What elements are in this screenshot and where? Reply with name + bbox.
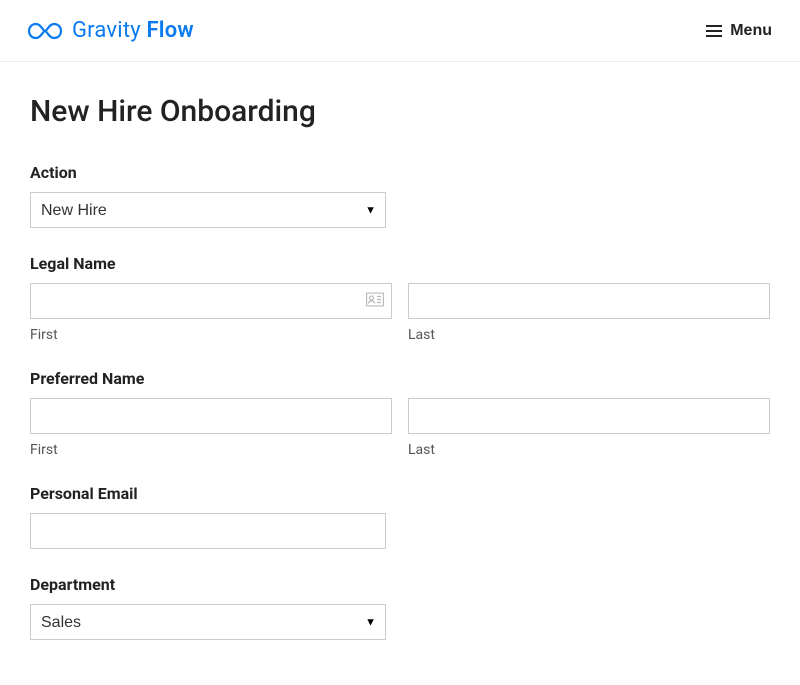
- infinity-icon: [28, 21, 62, 41]
- field-department: Department Sales ▼: [30, 575, 770, 640]
- field-preferred-name: Preferred Name First Last: [30, 369, 770, 458]
- hamburger-icon: [706, 25, 722, 37]
- department-select[interactable]: Sales: [30, 604, 386, 640]
- brand-logo[interactable]: Gravity Flow: [28, 18, 194, 43]
- personal-email-input[interactable]: [30, 513, 386, 549]
- field-legal-name: Legal Name Fi: [30, 254, 770, 343]
- legal-name-label: Legal Name: [30, 254, 770, 273]
- legal-first-sublabel: First: [30, 327, 392, 343]
- menu-button[interactable]: Menu: [706, 22, 772, 40]
- department-label: Department: [30, 575, 770, 594]
- brand-text: Gravity Flow: [72, 18, 194, 43]
- field-action: Action New Hire ▼: [30, 163, 770, 228]
- legal-first-input[interactable]: [30, 283, 392, 319]
- preferred-first-input[interactable]: [30, 398, 392, 434]
- preferred-first-sublabel: First: [30, 442, 392, 458]
- action-label: Action: [30, 163, 770, 182]
- preferred-name-label: Preferred Name: [30, 369, 770, 388]
- app-header: Gravity Flow Menu: [0, 0, 800, 62]
- page-title: New Hire Onboarding: [30, 94, 770, 129]
- main-content: New Hire Onboarding Action New Hire ▼ Le…: [0, 62, 800, 640]
- preferred-last-sublabel: Last: [408, 442, 770, 458]
- legal-last-input[interactable]: [408, 283, 770, 319]
- personal-email-label: Personal Email: [30, 484, 770, 503]
- legal-last-sublabel: Last: [408, 327, 770, 343]
- menu-label: Menu: [730, 22, 772, 40]
- preferred-last-input[interactable]: [408, 398, 770, 434]
- action-select[interactable]: New Hire: [30, 192, 386, 228]
- field-personal-email: Personal Email: [30, 484, 770, 549]
